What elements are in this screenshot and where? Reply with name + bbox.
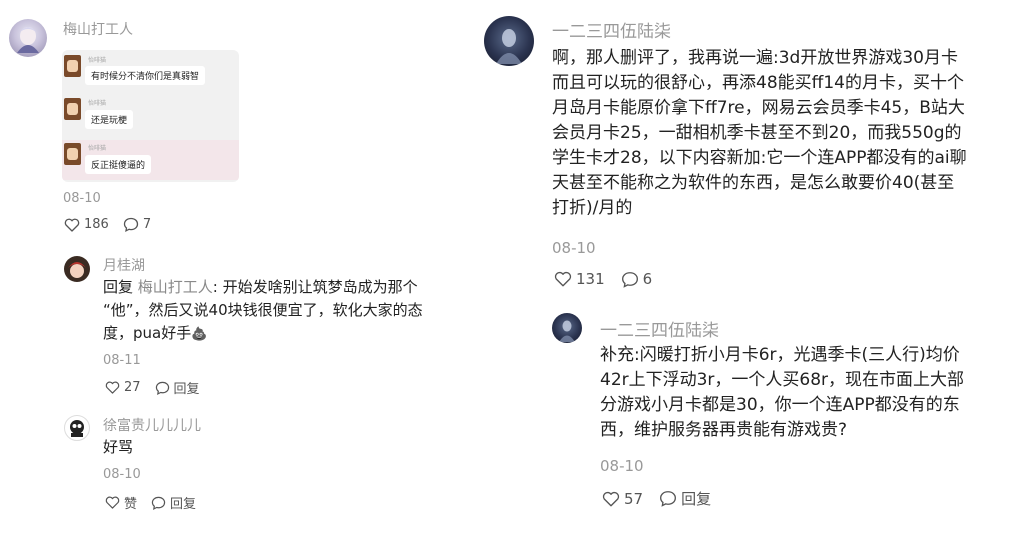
- comment-line: 啊，那人删评了，我再说一遍:3d开放世界游戏30月卡: [552, 48, 958, 68]
- like-button[interactable]: 27: [105, 380, 141, 395]
- reply-label: 回复: [173, 382, 200, 397]
- comment-button[interactable]: 6: [621, 270, 653, 288]
- comment-author[interactable]: 一二三四伍陆柒: [600, 316, 719, 341]
- avatar[interactable]: [552, 313, 582, 343]
- heart-icon: [554, 271, 572, 287]
- avatar[interactable]: [64, 256, 90, 282]
- comment-button[interactable]: 7: [123, 217, 151, 232]
- like-button[interactable]: 186: [64, 217, 109, 232]
- comment-count: 7: [142, 217, 152, 232]
- chat-message: 怡啡猫 有时候分不清你们是真弱智: [62, 53, 239, 87]
- reply-prefix: 回复: [103, 278, 138, 296]
- avatar[interactable]: [484, 16, 534, 66]
- comment-line: 学生卡才28，以下内容新加:它一个连APP都没有的ai聊: [552, 148, 967, 168]
- chat-message: 怡啡猫 还是玩梗: [62, 96, 239, 130]
- like-count: 57: [624, 489, 644, 508]
- like-label: 赞: [124, 497, 138, 512]
- chat-sender: 怡啡猫: [88, 145, 107, 152]
- comment-bubble-icon: [155, 381, 169, 395]
- like-count: 186: [84, 217, 109, 232]
- reply-button[interactable]: 回复: [151, 493, 196, 512]
- chat-avatar: [64, 98, 81, 120]
- reply-label: 回复: [681, 490, 712, 508]
- comment-line: 而且可以玩的很舒心，再添48能买ff14的月卡，买十个: [552, 73, 964, 93]
- reply-text: 补充:闪暖打折小月卡6r，光遇季卡(三人行)均价 42r上下浮动3r，一个人买6…: [600, 343, 1000, 443]
- avatar[interactable]: [9, 19, 47, 57]
- reply-line: 补充:闪暖打折小月卡6r，光遇季卡(三人行)均价: [600, 345, 960, 365]
- comment-text: 啊，那人删评了，我再说一遍:3d开放世界游戏30月卡 而且可以玩的很舒心，再添4…: [552, 46, 1002, 221]
- like-button[interactable]: 131: [554, 270, 605, 288]
- reply-line: 度，pua好手: [103, 324, 192, 342]
- comment-date: 08-10: [552, 239, 596, 257]
- comment-author[interactable]: 一二三四伍陆柒: [552, 17, 671, 42]
- comment-actions: 131 6: [554, 270, 666, 288]
- like-count: 131: [576, 270, 605, 288]
- reply-line: 西，维护服务器再贵能有游戏贵?: [600, 420, 848, 440]
- chat-message: 怡啡猫 反正挺傻逼的: [62, 140, 239, 180]
- heart-icon: [105, 496, 120, 509]
- like-button[interactable]: 赞: [105, 493, 137, 512]
- reply-button[interactable]: 回复: [155, 378, 200, 397]
- comment-actions: 27 回复: [105, 378, 214, 397]
- chat-sender: 怡啡猫: [88, 100, 107, 107]
- chat-bubble: 还是玩梗: [85, 110, 134, 129]
- comment-date: 08-10: [600, 457, 644, 475]
- comment-author[interactable]: 徐富贵儿儿儿儿: [103, 415, 201, 435]
- comment-actions: 186 7: [64, 217, 165, 232]
- like-count: 27: [124, 380, 141, 395]
- comment-bubble-icon: [151, 496, 166, 510]
- reply-text: 回复 梅山打工人: 开始发啥别让筑梦岛成为那个 “他”，然后又说40块钱很便宜了…: [103, 276, 433, 346]
- reply-line: “他”，然后又说40块钱很便宜了，软化大家的态: [103, 301, 423, 319]
- chat-bubble: 反正挺傻逼的: [85, 155, 152, 174]
- reply-line: : 开始发啥别让筑梦岛成为那个: [212, 278, 418, 296]
- heart-icon: [105, 381, 120, 394]
- chat-avatar: [64, 55, 81, 77]
- comment-bubble-icon: [123, 217, 138, 232]
- heart-icon: [602, 491, 620, 506]
- reply-line: 42r上下浮动3r，一个人买68r，现在市面上大部: [600, 370, 965, 390]
- comment-date: 08-11: [103, 353, 141, 368]
- emoji: 💩: [191, 327, 208, 342]
- comment-date: 08-10: [103, 467, 141, 482]
- comment-actions: 赞 回复: [105, 493, 210, 512]
- chat-bubble: 有时候分不清你们是真弱智: [85, 66, 206, 85]
- chat-avatar: [64, 143, 81, 165]
- comment-count: 6: [642, 270, 653, 288]
- comment-image[interactable]: 怡啡猫 有时候分不清你们是真弱智 怡啡猫 还是玩梗 怡啡猫 反正挺傻逼的: [62, 50, 239, 182]
- comment-line: 打折)/月的: [552, 198, 633, 218]
- comment-author[interactable]: 梅山打工人: [63, 19, 133, 39]
- reply-label: 回复: [170, 497, 197, 512]
- comment-bubble-icon: [660, 491, 677, 507]
- comment-line: 天甚至不能称之为软件的东西，是怎么敢要价40(甚至: [552, 173, 955, 193]
- comment-actions: 57 回复: [602, 488, 725, 509]
- like-button[interactable]: 57: [602, 490, 643, 508]
- comment-date: 08-10: [63, 191, 101, 206]
- mention-link[interactable]: 梅山打工人: [138, 278, 213, 296]
- comment-author[interactable]: 月桂湖: [103, 255, 145, 275]
- comment-line: 月岛月卡能原价拿下ff7re，网易云会员季卡45，B站大: [552, 98, 965, 118]
- reply-text: 好骂: [103, 438, 134, 456]
- comment-bubble-icon: [621, 271, 638, 288]
- chat-sender: 怡啡猫: [88, 57, 107, 64]
- heart-icon: [64, 218, 80, 232]
- reply-line: 分游戏小月卡都是30，你一个连APP都没有的东: [600, 395, 960, 415]
- avatar[interactable]: [64, 415, 90, 441]
- comment-line: 会员月卡25，一甜相机季卡甚至不到20，而我550g的: [552, 123, 962, 143]
- reply-button[interactable]: 回复: [659, 488, 711, 509]
